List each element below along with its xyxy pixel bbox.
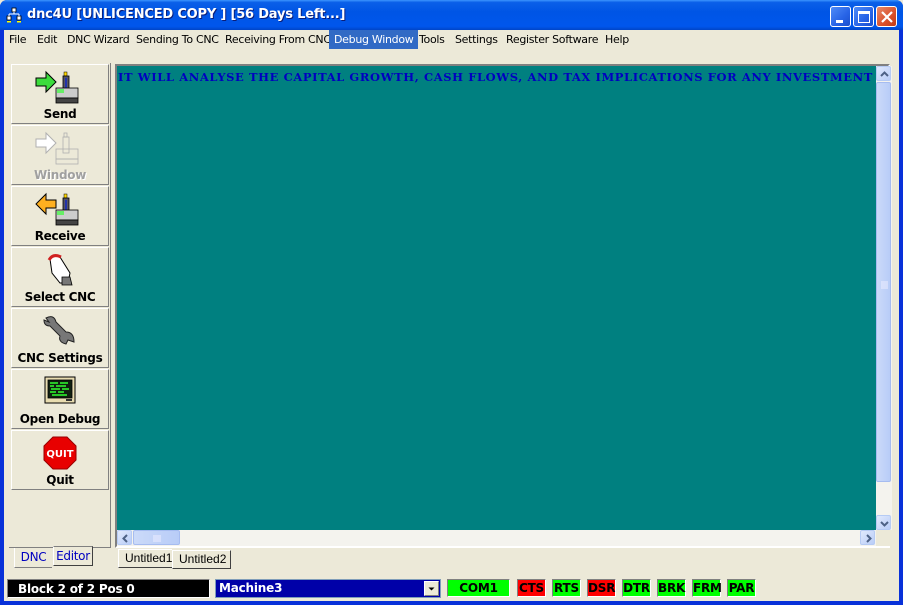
maximize-button[interactable]: [853, 6, 874, 27]
menu-sending-to-cnc[interactable]: Sending To CNC: [131, 30, 224, 49]
maximize-icon: [858, 11, 870, 23]
open-debug-label: Open Debug: [19, 412, 101, 426]
scroll-down-button[interactable]: [876, 515, 891, 530]
chevron-down-icon: [880, 521, 889, 527]
window-title: dnc4U [UNLICENCED COPY ] [56 Days Left..…: [27, 7, 346, 22]
scroll-up-button[interactable]: [876, 66, 891, 81]
chevron-down-icon: [428, 587, 435, 591]
menu-register-software[interactable]: Register Software: [501, 30, 603, 49]
machine-select[interactable]: Machine3: [215, 579, 441, 598]
window-button[interactable]: Window: [11, 125, 109, 185]
vertical-scroll-thumb[interactable]: [876, 82, 891, 482]
chevron-left-icon: [122, 534, 128, 543]
editor-text-area[interactable]: IT WILL ANALYSE THE CAPITAL GROWTH, CASH…: [117, 66, 876, 530]
select-cnc-label: Select CNC: [24, 290, 96, 304]
chevron-right-icon: [866, 534, 872, 543]
client-area: File Edit DNC Wizard Sending To CNC Rece…: [4, 30, 899, 601]
quit-label: Quit: [46, 473, 74, 487]
receive-button[interactable]: Receive: [11, 186, 109, 246]
hand-pointer-icon: [47, 254, 73, 286]
wrench-icon: [43, 316, 75, 345]
cnc-settings-button[interactable]: CNC Settings: [11, 308, 109, 368]
machine-select-value: Machine3: [219, 581, 283, 595]
window-label: Window: [33, 168, 86, 182]
menu-file[interactable]: File: [4, 30, 31, 49]
signal-cts: CTS: [517, 579, 546, 597]
send-to-cnc-icon: [35, 70, 79, 104]
open-debug-button[interactable]: Open Debug: [11, 369, 109, 429]
monitor-icon: [44, 376, 76, 404]
scrollbar-corner: [876, 530, 892, 546]
status-bar: Block 2 of 2 Pos 0 Machine3 COM1 CTS RTS…: [4, 576, 899, 600]
quit-button[interactable]: QUIT Quit: [11, 430, 109, 490]
chevron-up-icon: [880, 71, 889, 77]
grip-icon: [881, 281, 888, 289]
menu-edit[interactable]: Edit: [32, 30, 62, 49]
tab-editor[interactable]: Editor: [53, 546, 93, 566]
select-cnc-button[interactable]: Select CNC: [11, 247, 109, 307]
svg-text:QUIT: QUIT: [46, 449, 73, 460]
horizontal-scroll-thumb[interactable]: [133, 530, 180, 545]
receive-from-cnc-icon: [35, 192, 79, 226]
cnc-settings-label: CNC Settings: [17, 351, 103, 365]
network-tree-icon: [6, 7, 22, 23]
send-label: Send: [43, 107, 77, 121]
minimize-button[interactable]: [830, 6, 851, 27]
menu-settings[interactable]: Settings: [450, 30, 503, 49]
editor-content: IT WILL ANALYSE THE CAPITAL GROWTH, CASH…: [118, 70, 876, 84]
scroll-right-button[interactable]: [860, 530, 875, 545]
signal-dsr: DSR: [587, 579, 616, 597]
menu-help[interactable]: Help: [600, 30, 634, 49]
port-indicator: COM1: [447, 579, 510, 597]
menu-dnc-wizard[interactable]: DNC Wizard: [62, 30, 134, 49]
block-position-status: Block 2 of 2 Pos 0: [7, 579, 210, 598]
quit-stop-sign-icon: QUIT: [43, 436, 77, 470]
receive-label: Receive: [34, 229, 86, 243]
close-button[interactable]: [876, 6, 897, 27]
menu-receiving-from-cnc[interactable]: Receiving From CNC: [220, 30, 336, 49]
app-window: dnc4U [UNLICENCED COPY ] [56 Days Left..…: [0, 0, 903, 605]
signal-dtr: DTR: [622, 579, 651, 597]
scroll-left-button[interactable]: [117, 530, 132, 545]
dnc-toolbar: Send Window Receive Select CNC CNC Setti…: [9, 63, 111, 548]
send-button[interactable]: Send: [11, 64, 109, 124]
editor-frame: IT WILL ANALYSE THE CAPITAL GROWTH, CASH…: [115, 64, 892, 548]
signal-brk: BRK: [657, 579, 686, 597]
horizontal-scrollbar[interactable]: [117, 530, 876, 546]
tab-dnc[interactable]: DNC: [14, 548, 52, 568]
window-cnc-icon: [35, 131, 79, 165]
tab-untitled1[interactable]: Untitled1: [118, 549, 172, 568]
signal-par: PAR: [727, 579, 756, 597]
menu-bar: File Edit DNC Wizard Sending To CNC Rece…: [4, 30, 899, 49]
signal-rts: RTS: [552, 579, 581, 597]
grip-icon: [153, 535, 161, 542]
title-bar[interactable]: dnc4U [UNLICENCED COPY ] [56 Days Left..…: [0, 0, 903, 30]
menu-debug-window[interactable]: Debug Window: [329, 30, 419, 49]
tab-untitled2[interactable]: Untitled2: [172, 550, 231, 569]
minimize-icon: [836, 20, 843, 23]
dropdown-arrow-button[interactable]: [424, 581, 439, 596]
menu-tools[interactable]: Tools: [414, 30, 450, 49]
close-icon: [881, 11, 893, 23]
vertical-scrollbar[interactable]: [876, 66, 892, 530]
signal-frm: FRM: [692, 579, 722, 597]
